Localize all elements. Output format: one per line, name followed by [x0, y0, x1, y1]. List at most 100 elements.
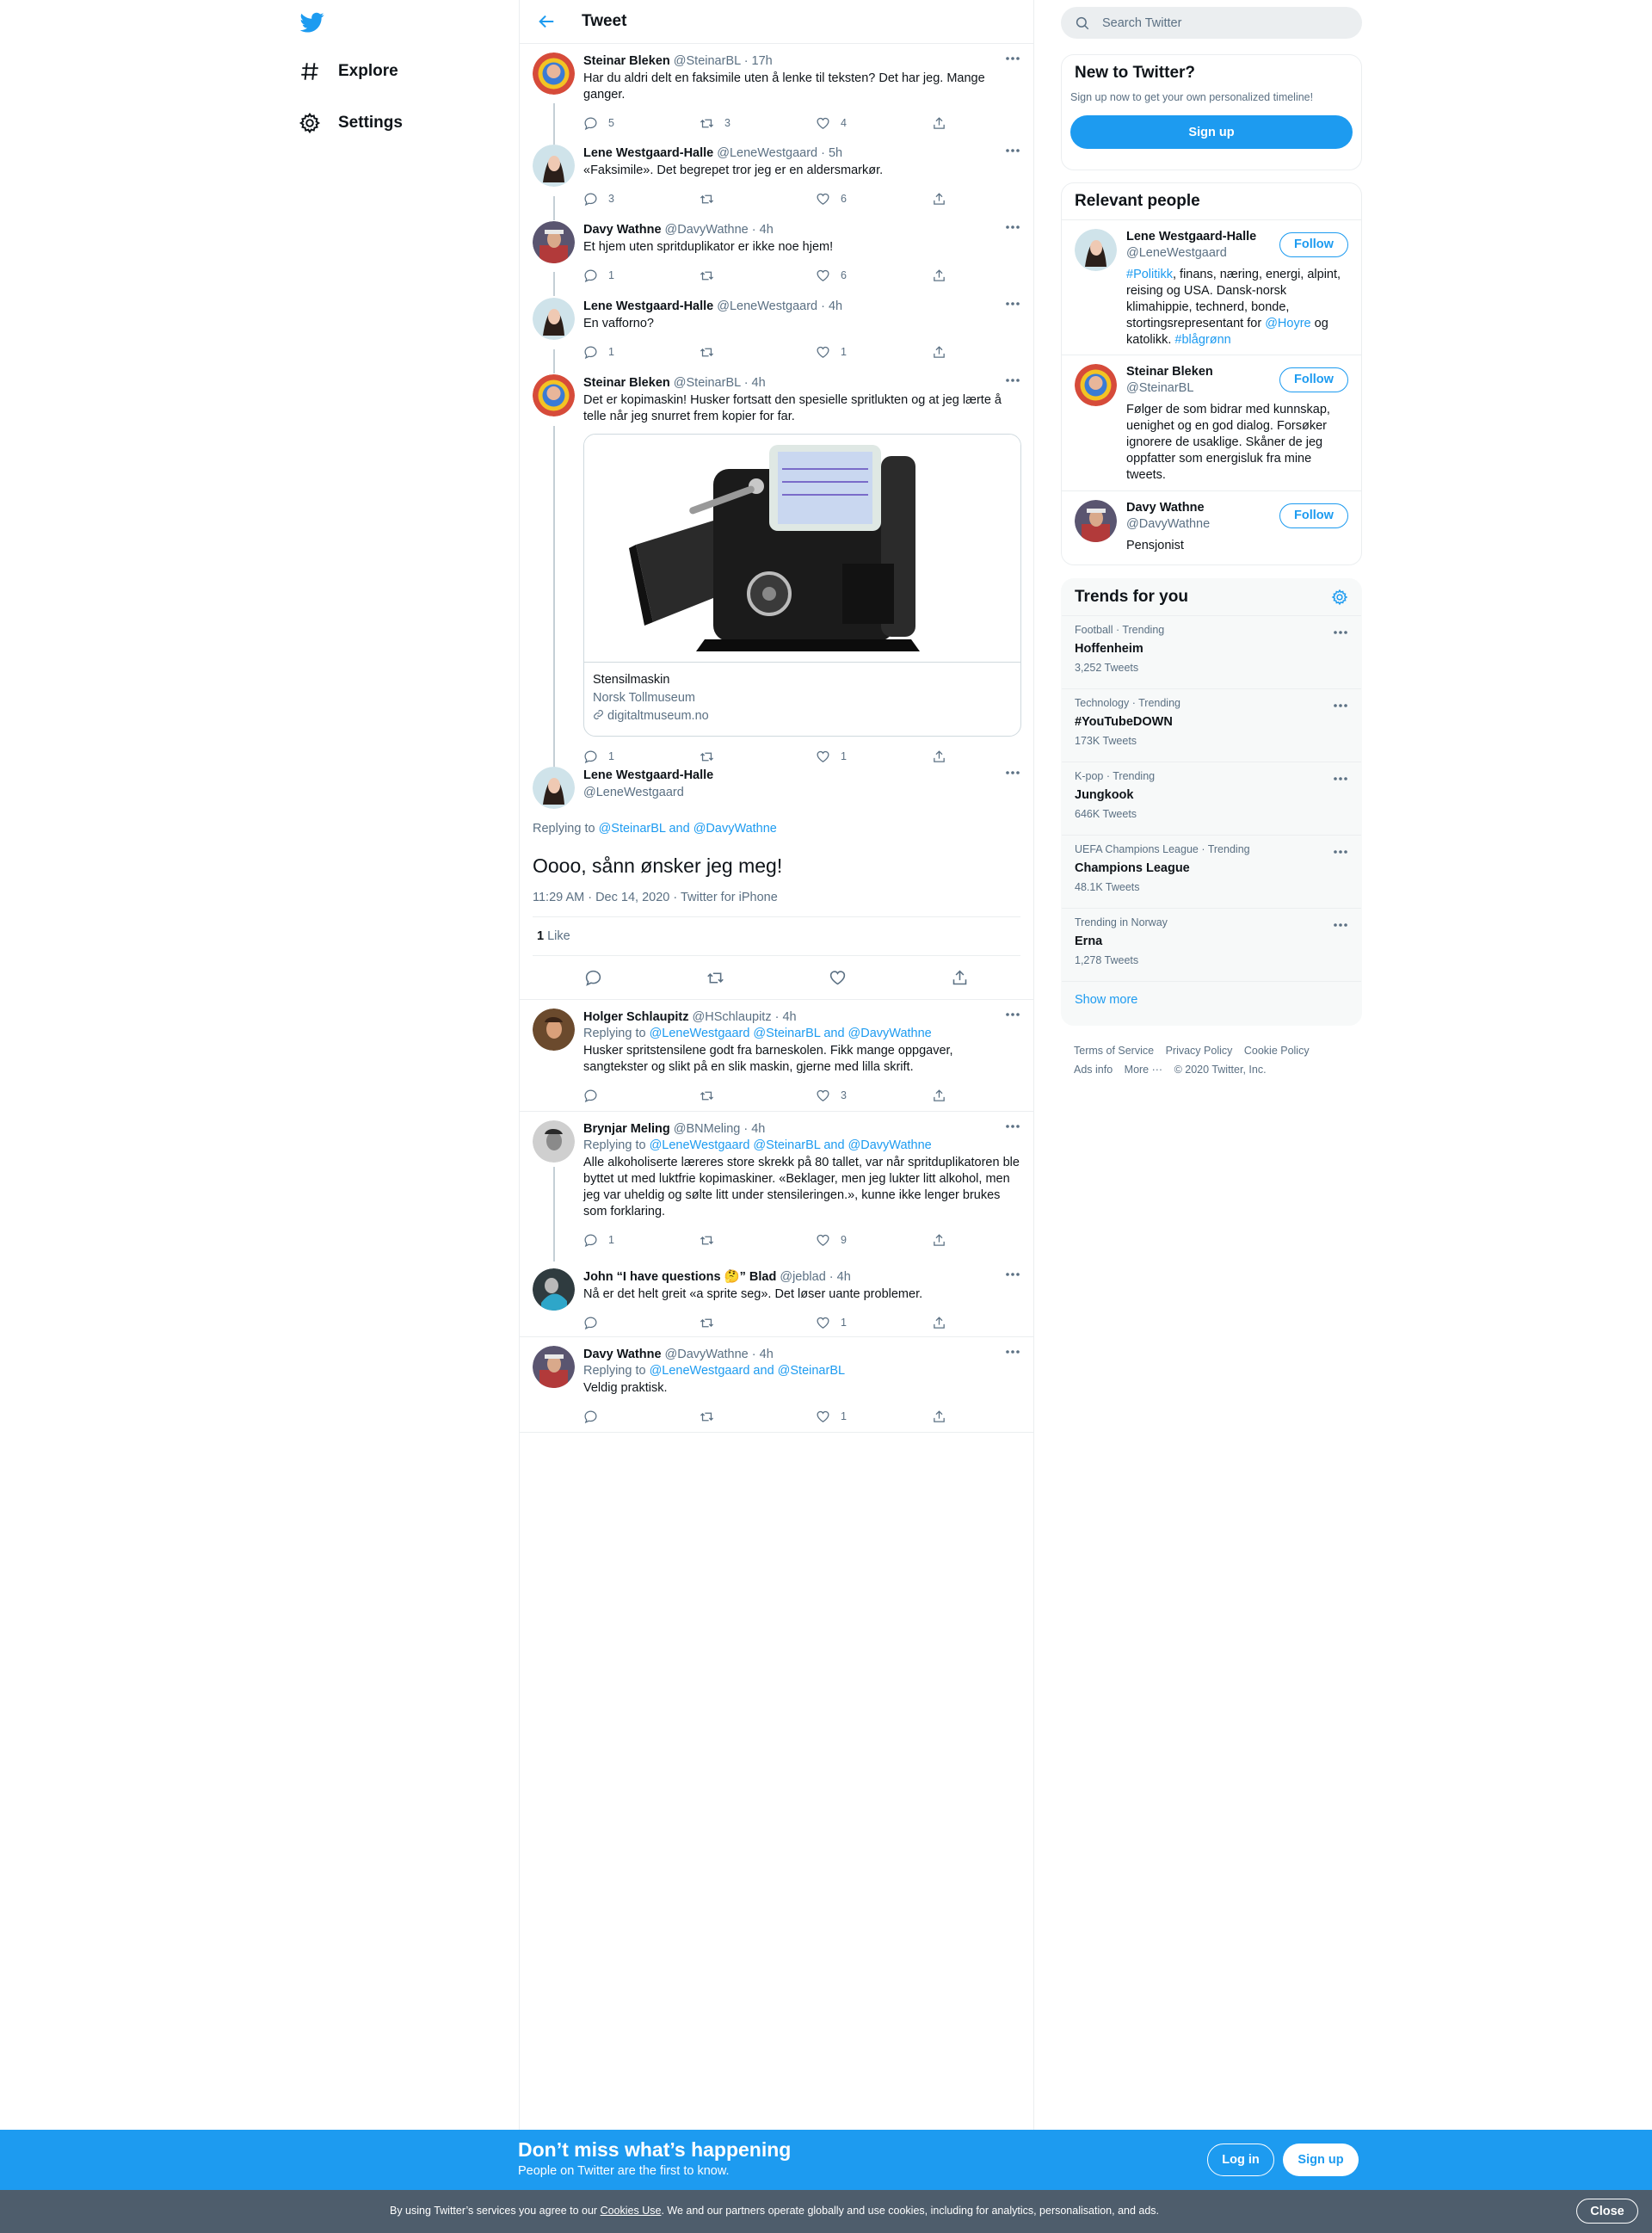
retweet-button[interactable]	[700, 192, 816, 207]
link-card[interactable]: Stensilmaskin Norsk Tollmuseum digitaltm…	[583, 434, 1021, 737]
log-in-button[interactable]: Log in	[1207, 2144, 1274, 2176]
avatar[interactable]	[1075, 500, 1117, 542]
sign-up-button[interactable]: Sign up	[1283, 2144, 1359, 2176]
cookies-use-link[interactable]: Cookies Use	[601, 2205, 662, 2217]
tweet-time[interactable]: · 4h	[743, 1122, 765, 1136]
retweet-button[interactable]	[700, 268, 816, 283]
nav-explore[interactable]: Explore	[299, 54, 398, 89]
person-card[interactable]: Follow Lene Westgaard-Halle @LeneWestgaa…	[1062, 219, 1361, 355]
reply-button[interactable]	[583, 1089, 700, 1103]
like-button[interactable]: 4	[816, 116, 932, 131]
tweet-time[interactable]: · 4h	[775, 1010, 797, 1024]
avatar[interactable]	[533, 145, 575, 187]
trend-item[interactable]: UEFA Champions League · Trending Champio…	[1062, 835, 1361, 908]
show-more-link[interactable]: Show more	[1062, 981, 1361, 1018]
trend-item[interactable]: Trending in Norway Erna 1,278 Tweets	[1062, 908, 1361, 981]
avatar[interactable]	[533, 221, 575, 263]
reply-button[interactable]	[583, 1410, 700, 1424]
thread-tweet[interactable]: Steinar Bleken @SteinarBL · 4h Det er ko…	[520, 366, 1033, 763]
share-button[interactable]	[932, 1089, 958, 1103]
share-button[interactable]	[932, 268, 958, 283]
like-button[interactable]: 3	[816, 1089, 932, 1103]
retweet-button[interactable]	[700, 1410, 816, 1424]
author-name[interactable]: Lene Westgaard-Halle	[583, 767, 1020, 784]
author-handle[interactable]: @jeblad	[780, 1270, 825, 1284]
share-button[interactable]	[932, 116, 958, 131]
author-handle[interactable]: @DavyWathne	[665, 1348, 749, 1361]
twitter-bird-icon[interactable]	[299, 10, 326, 34]
replying-to-link[interactable]: @SteinarBL and @DavyWathne	[599, 822, 777, 836]
like-button[interactable]: 1	[816, 1410, 932, 1424]
author-handle[interactable]: @LeneWestgaard	[717, 299, 817, 313]
retweet-button[interactable]	[700, 1233, 816, 1248]
thread-tweet[interactable]: Steinar Bleken @SteinarBL · 17h Har du a…	[520, 44, 1033, 136]
author-handle[interactable]: @DavyWathne	[665, 223, 749, 237]
avatar[interactable]	[533, 767, 575, 809]
footer-link[interactable]: Terms of Service	[1074, 1045, 1154, 1057]
author-name[interactable]: Holger Schlaupitz	[583, 1010, 688, 1024]
share-button[interactable]	[932, 1316, 958, 1330]
avatar[interactable]	[533, 1009, 575, 1051]
retweet-button[interactable]	[700, 345, 816, 360]
tweet-timestamp[interactable]: 11:29 AM · Dec 14, 2020 · Twitter for iP…	[533, 891, 1020, 917]
more-options-icon[interactable]	[1005, 376, 1020, 385]
avatar[interactable]	[533, 52, 575, 95]
tweet-time[interactable]: · 4h	[829, 1270, 851, 1284]
tweet-time[interactable]: · 4h	[752, 1348, 774, 1361]
person-card[interactable]: Follow Davy Wathne @DavyWathne Pensjonis…	[1062, 490, 1361, 563]
heart-icon[interactable]	[829, 969, 847, 987]
reply-button[interactable]: 5	[583, 116, 700, 131]
trend-item[interactable]: Football · Trending Hoffenheim 3,252 Twe…	[1062, 615, 1361, 688]
more-options-icon[interactable]	[1005, 1010, 1020, 1019]
likes-count[interactable]: 1 Like	[533, 917, 1020, 956]
follow-button[interactable]: Follow	[1279, 367, 1348, 392]
tweet-time[interactable]: · 4h	[821, 299, 842, 313]
author-handle[interactable]: @BNMeling	[674, 1122, 741, 1136]
author-name[interactable]: Lene Westgaard-Halle	[583, 299, 713, 313]
author-name[interactable]: Davy Wathne	[583, 1348, 662, 1361]
retweet-button[interactable]	[700, 1089, 816, 1103]
more-options-icon[interactable]	[1333, 774, 1348, 783]
reply-tweet[interactable]: Holger Schlaupitz @HSchlaupitz · 4h Repl…	[520, 1000, 1033, 1112]
footer-link[interactable]: Ads info	[1074, 1064, 1113, 1076]
author-handle[interactable]: @HSchlaupitz	[693, 1010, 772, 1024]
more-options-icon[interactable]	[1005, 1348, 1020, 1356]
like-button[interactable]: 6	[816, 192, 932, 207]
avatar[interactable]	[533, 1346, 575, 1388]
tweet-time[interactable]: · 5h	[821, 146, 842, 160]
retweet-button[interactable]: 3	[700, 116, 816, 131]
share-icon[interactable]	[951, 969, 969, 987]
footer-more[interactable]: More ···	[1125, 1064, 1162, 1076]
like-button[interactable]: 9	[816, 1233, 932, 1248]
share-button[interactable]	[932, 192, 958, 207]
author-name[interactable]: John “I have questions 🤔” Blad	[583, 1270, 776, 1284]
author-handle[interactable]: @SteinarBL	[674, 54, 741, 68]
retweet-icon[interactable]	[706, 969, 724, 987]
more-options-icon[interactable]	[1333, 701, 1348, 710]
reply-button[interactable]: 1	[583, 1233, 700, 1248]
reply-button[interactable]	[583, 1316, 700, 1330]
more-options-icon[interactable]	[1005, 768, 1020, 777]
reply-button[interactable]: 3	[583, 192, 700, 207]
avatar[interactable]	[1075, 364, 1117, 406]
author-handle[interactable]: @LeneWestgaard	[717, 146, 817, 160]
more-options-icon[interactable]	[1333, 921, 1348, 929]
retweet-button[interactable]	[700, 1316, 816, 1330]
more-options-icon[interactable]	[1333, 848, 1348, 856]
more-options-icon[interactable]	[1005, 223, 1020, 231]
author-name[interactable]: Steinar Bleken	[583, 54, 670, 68]
author-name[interactable]: Steinar Bleken	[583, 376, 670, 390]
footer-link[interactable]: Cookie Policy	[1244, 1045, 1310, 1057]
avatar[interactable]	[533, 1120, 575, 1163]
thread-tweet[interactable]: Davy Wathne @DavyWathne · 4h Et hjem ute…	[520, 213, 1033, 289]
avatar[interactable]	[533, 1268, 575, 1311]
reply-tweet[interactable]: Davy Wathne @DavyWathne · 4h Replying to…	[520, 1337, 1033, 1433]
nav-settings[interactable]: Settings	[299, 106, 403, 140]
tweet-time[interactable]: · 4h	[752, 223, 774, 237]
follow-button[interactable]: Follow	[1279, 503, 1348, 528]
avatar[interactable]	[533, 298, 575, 340]
sign-up-button[interactable]: Sign up	[1070, 115, 1353, 149]
reply-button[interactable]: 1	[583, 345, 700, 360]
person-card[interactable]: Follow Steinar Bleken @SteinarBL Følger …	[1062, 355, 1361, 490]
author-name[interactable]: Lene Westgaard-Halle	[583, 146, 713, 160]
